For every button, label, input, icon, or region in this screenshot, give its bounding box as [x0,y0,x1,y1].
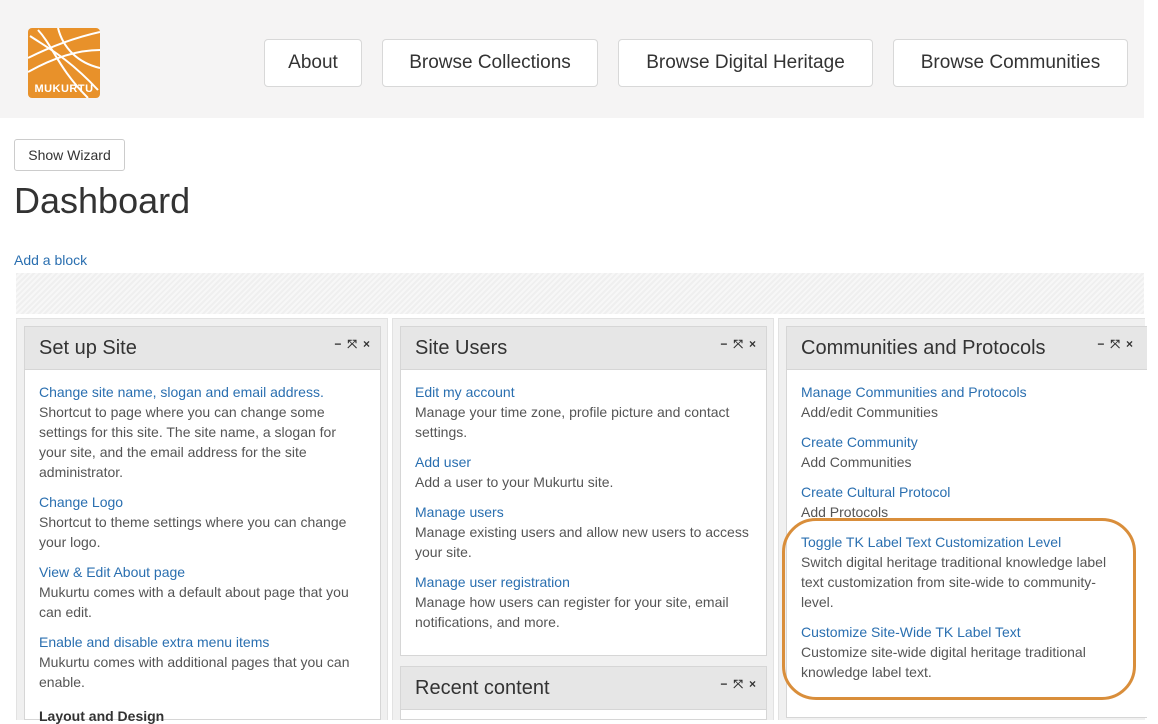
section-heading: Layout and Design [39,708,165,724]
list-item: Manage user registration Manage how user… [415,572,752,632]
nav-about-button[interactable]: About [264,39,362,87]
add-user-link[interactable]: Add user [415,452,752,472]
list-item: Manage Communities and Protocols Add/edi… [801,382,1123,422]
item-description: Manage how users can register for your s… [415,594,729,630]
extra-menu-items-link[interactable]: Enable and disable extra menu items [39,632,366,652]
nav-browse-communities-button[interactable]: Browse Communities [893,39,1128,87]
item-description: Add a user to your Mukurtu site. [415,474,614,490]
item-description: Mukurtu comes with a default about page … [39,584,349,620]
manage-communities-link[interactable]: Manage Communities and Protocols [801,382,1123,402]
item-description: Add/edit Communities [801,404,938,420]
toggle-tk-label-link[interactable]: Toggle TK Label Text Customization Level [801,532,1123,552]
item-description: Add Protocols [801,504,889,520]
panel-header: Communities and Protocols − ⤧ × [787,327,1147,370]
list-item: Manage users Manage existing users and a… [415,502,752,562]
item-description: Manage existing users and allow new user… [415,524,749,560]
item-description: Customize site-wide digital heritage tra… [801,644,1086,680]
add-block-link[interactable]: Add a block [14,252,87,268]
panel-controls: − ⤧ × [1097,337,1133,352]
panel-header: Recent content − ⤧ × [401,667,766,710]
close-icon[interactable]: × [1126,337,1133,352]
close-icon[interactable]: × [363,337,370,352]
minimize-icon[interactable]: − [720,337,727,352]
setup-site-panel: Set up Site − ⤧ × Change site name, slog… [24,326,381,724]
create-cultural-protocol-link[interactable]: Create Cultural Protocol [801,482,1123,502]
item-description: Switch digital heritage traditional know… [801,554,1107,610]
dashboard-column-2: Site Users − ⤧ × Edit my account Manage … [392,318,774,720]
item-description: Shortcut to page where you can change so… [39,404,337,480]
logo-text: MUKURTU [34,83,94,95]
panel-header: Site Users − ⤧ × [401,327,766,370]
show-wizard-button[interactable]: Show Wizard [14,139,125,171]
list-item: Customize Site-Wide TK Label Text Custom… [801,622,1123,682]
expand-icon[interactable]: ⤧ [347,337,357,352]
site-users-panel: Site Users − ⤧ × Edit my account Manage … [400,326,767,656]
edit-about-page-link[interactable]: View & Edit About page [39,562,366,582]
item-description: Manage your time zone, profile picture a… [415,404,730,440]
panel-controls: − ⤧ × [334,337,370,352]
expand-icon[interactable]: ⤧ [733,677,743,692]
communities-protocols-panel: Communities and Protocols − ⤧ × Manage C… [786,326,1147,718]
item-description: Mukurtu comes with additional pages that… [39,654,350,690]
mukurtu-logo[interactable]: MUKURTU [28,28,100,98]
manage-user-registration-link[interactable]: Manage user registration [415,572,752,592]
customize-tk-label-link[interactable]: Customize Site-Wide TK Label Text [801,622,1123,642]
top-bar: MUKURTU About Browse Collections Browse … [0,0,1144,118]
panel-title: Site Users [415,337,508,359]
panel-header: Set up Site − ⤧ × [25,327,380,370]
minimize-icon[interactable]: − [1097,337,1104,352]
close-icon[interactable]: × [749,337,756,352]
list-item: View & Edit About page Mukurtu comes wit… [39,562,366,622]
dashboard-column-3: Communities and Protocols − ⤧ × Manage C… [778,318,1147,720]
item-description: Shortcut to theme settings where you can… [39,514,347,550]
nav-browse-digital-heritage-button[interactable]: Browse Digital Heritage [618,39,873,87]
item-description: Add Communities [801,454,912,470]
page-title: Dashboard [14,180,191,221]
panel-controls: − ⤧ × [720,677,756,692]
change-logo-link[interactable]: Change Logo [39,492,366,512]
close-icon[interactable]: × [749,677,756,692]
list-item: Toggle TK Label Text Customization Level… [801,532,1123,612]
panel-title: Recent content [415,677,550,699]
panel-title: Communities and Protocols [801,337,1046,359]
panel-title: Set up Site [39,337,137,359]
list-item: Create Cultural Protocol Add Protocols [801,482,1123,522]
manage-users-link[interactable]: Manage users [415,502,752,522]
dashboard-column-1: Set up Site − ⤧ × Change site name, slog… [16,318,388,724]
change-site-name-link[interactable]: Change site name, slogan and email addre… [39,382,366,402]
list-item: Change site name, slogan and email addre… [39,382,366,482]
list-item: Change Logo Shortcut to theme settings w… [39,492,366,552]
edit-account-link[interactable]: Edit my account [415,382,752,402]
expand-icon[interactable]: ⤧ [733,337,743,352]
nav-browse-collections-button[interactable]: Browse Collections [382,39,598,87]
minimize-icon[interactable]: − [334,337,341,352]
list-item: Add user Add a user to your Mukurtu site… [415,452,752,492]
panel-controls: − ⤧ × [720,337,756,352]
minimize-icon[interactable]: − [720,677,727,692]
list-item: Create Community Add Communities [801,432,1123,472]
list-item: Enable and disable extra menu items Muku… [39,632,366,692]
dashboard-drop-zone [16,273,1144,314]
list-item: Edit my account Manage your time zone, p… [415,382,752,442]
create-community-link[interactable]: Create Community [801,432,1123,452]
expand-icon[interactable]: ⤧ [1110,337,1120,352]
recent-content-panel: Recent content − ⤧ × [400,666,767,720]
